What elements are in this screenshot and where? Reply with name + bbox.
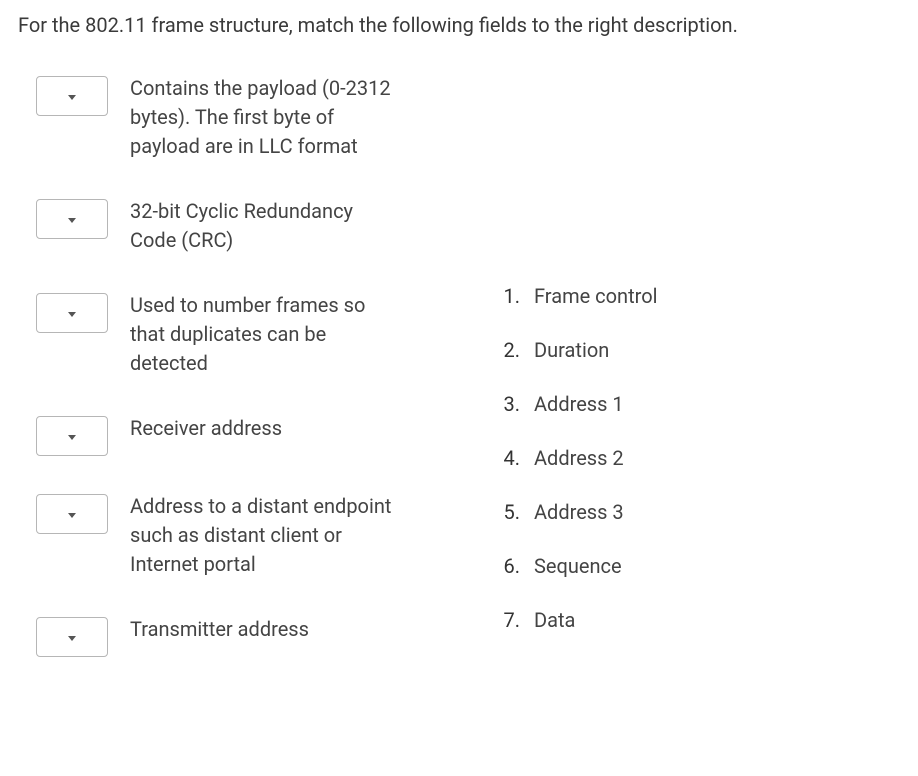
match-select-1[interactable] [36,199,108,239]
answer-option: 2. Duration [498,338,900,362]
match-row: Used to number frames so that duplicates… [36,291,458,378]
answer-label: Data [534,608,575,632]
answer-option: 5. Address 3 [498,500,900,524]
match-row: 32-bit Cyclic Redundancy Code (CRC) [36,197,458,255]
question-prompt: For the 802.11 frame structure, match th… [18,10,900,40]
match-select-4[interactable] [36,494,108,534]
matching-content: Contains the payload (0-2312 bytes). The… [18,74,900,693]
answer-label: Frame control [534,284,658,308]
answer-number: 3. [498,392,520,416]
match-row: Address to a distant endpoint such as di… [36,492,458,579]
answer-label: Duration [534,338,609,362]
answer-option: 7. Data [498,608,900,632]
match-select-2[interactable] [36,293,108,333]
description-text: Receiver address [130,414,282,443]
description-text: Address to a distant endpoint such as di… [130,492,400,579]
answer-number: 7. [498,608,520,632]
answer-label: Address 1 [534,392,624,416]
match-select-5[interactable] [36,617,108,657]
descriptions-column: Contains the payload (0-2312 bytes). The… [18,74,458,693]
answer-number: 2. [498,338,520,362]
answers-column: 1. Frame control 2. Duration 3. Address … [498,74,900,693]
description-text: Used to number frames so that duplicates… [130,291,400,378]
answer-number: 5. [498,500,520,524]
description-text: Contains the payload (0-2312 bytes). The… [130,74,400,161]
description-text: Transmitter address [130,615,309,644]
description-text: 32-bit Cyclic Redundancy Code (CRC) [130,197,400,255]
match-select-3[interactable] [36,416,108,456]
answer-number: 1. [498,284,520,308]
answer-number: 4. [498,446,520,470]
answer-option: 1. Frame control [498,284,900,308]
match-row: Contains the payload (0-2312 bytes). The… [36,74,458,161]
answer-label: Sequence [534,554,622,578]
answer-option: 4. Address 2 [498,446,900,470]
answer-option: 3. Address 1 [498,392,900,416]
match-row: Receiver address [36,414,458,456]
answer-number: 6. [498,554,520,578]
match-row: Transmitter address [36,615,458,657]
answer-option: 6. Sequence [498,554,900,578]
match-select-0[interactable] [36,76,108,116]
answer-label: Address 2 [534,446,624,470]
answer-label: Address 3 [534,500,624,524]
